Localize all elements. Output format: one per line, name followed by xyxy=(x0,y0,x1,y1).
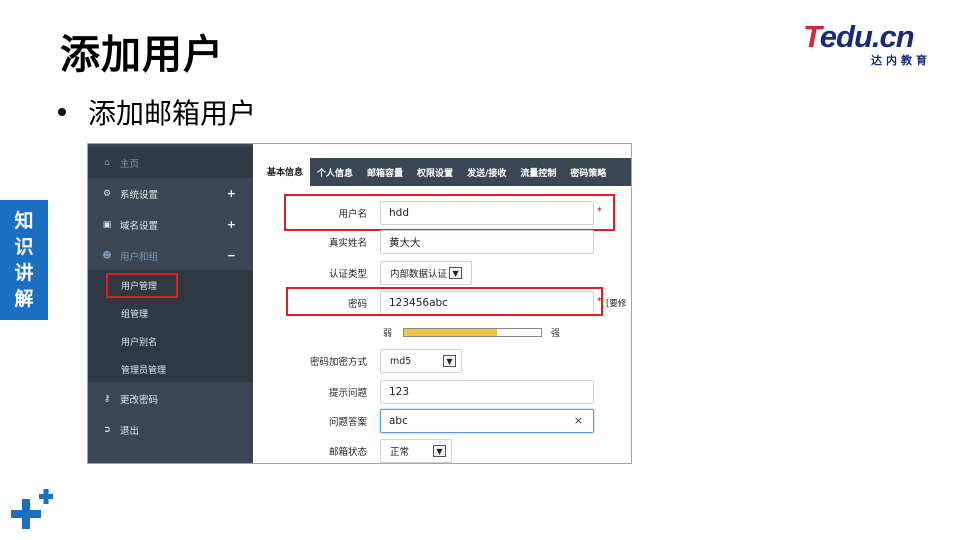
sidebar-subitem-admin-management[interactable]: 管理员管理 xyxy=(108,357,179,381)
logo-t: T xyxy=(803,19,821,54)
form-row-hint-question: 提示问题 123 xyxy=(260,380,631,404)
auth-type-select[interactable]: 内部数据认证 ▼ xyxy=(380,261,472,285)
admin-screenshot: ⌂ 主页 ⚙ 系统设置 + ▣ 域名设置 + ☻ 用户和组 − 用户管理 组管理… xyxy=(87,143,632,464)
tab-personal-info[interactable]: 个人信息 xyxy=(310,158,360,186)
clear-icon[interactable]: × xyxy=(574,414,583,427)
encrypt-label: 密码加密方式 xyxy=(309,357,367,368)
hint-question-label: 提示问题 xyxy=(328,388,367,399)
auth-type-label: 认证类型 xyxy=(328,269,367,280)
expand-icon[interactable]: + xyxy=(227,187,236,200)
password-note: [要修 xyxy=(606,299,627,309)
tab-bar: 基本信息 个人信息 邮箱容量 权限设置 发送/接收 流量控制 密码策略 xyxy=(260,156,631,186)
tab-permissions[interactable]: 权限设置 xyxy=(410,158,460,186)
sidebar-item-label: 更改密码 xyxy=(120,394,159,406)
sidebar-subitem-group-management[interactable]: 组管理 xyxy=(108,301,161,325)
tab-basic-info[interactable]: 基本信息 xyxy=(260,156,311,186)
highlight-box xyxy=(284,194,615,231)
bullet-item: 添加邮箱用户 xyxy=(58,92,256,132)
mail-status-label: 邮箱状态 xyxy=(328,447,367,458)
key-icon: ⚷ xyxy=(103,393,111,404)
admin-sidebar: ⌂ 主页 ⚙ 系统设置 + ▣ 域名设置 + ☻ 用户和组 − 用户管理 组管理… xyxy=(88,144,253,463)
knowledge-tab: 知 识 讲 解 xyxy=(0,200,48,320)
side-tab-char: 讲 xyxy=(14,262,34,284)
encrypt-value: md5 xyxy=(390,355,412,367)
side-tab-char: 知 xyxy=(14,210,34,232)
tab-mailbox-capacity[interactable]: 邮箱容量 xyxy=(360,158,410,186)
form-area: 基本信息 个人信息 邮箱容量 权限设置 发送/接收 流量控制 密码策略 用户名 … xyxy=(260,144,631,463)
hint-answer-field[interactable]: abc × xyxy=(380,409,594,433)
encrypt-select[interactable]: md5 ▼ xyxy=(380,349,462,373)
side-tab-char: 识 xyxy=(14,236,34,258)
mail-status-value: 正常 xyxy=(390,447,410,458)
sidebar-item-logout[interactable]: ➲ 退出 xyxy=(88,414,253,445)
collapse-icon[interactable]: − xyxy=(227,249,236,262)
logo-subtitle: 达内教育 xyxy=(871,54,931,67)
realname-label: 真实姓名 xyxy=(328,238,367,249)
form-row-realname: 真实姓名 黄大大 xyxy=(260,230,631,254)
bullet-text: 添加邮箱用户 xyxy=(88,97,257,130)
mail-status-select[interactable]: 正常 ▼ xyxy=(380,439,452,463)
sidebar-subitem-user-alias[interactable]: 用户别名 xyxy=(108,329,170,353)
tab-send-receive[interactable]: 发送/接收 xyxy=(460,158,513,186)
monitor-icon: ▣ xyxy=(102,219,112,230)
slide-title: 添加用户 xyxy=(60,32,224,78)
sidebar-item-system-settings[interactable]: ⚙ 系统设置 + xyxy=(88,178,253,209)
hint-answer-label: 问题答案 xyxy=(328,417,367,428)
users-icon: ☻ xyxy=(102,250,112,261)
sidebar-item-home[interactable]: ⌂ 主页 xyxy=(88,147,253,178)
logout-icon: ➲ xyxy=(103,424,111,435)
expand-icon[interactable]: + xyxy=(227,218,236,231)
form-row-encrypt: 密码加密方式 md5 ▼ xyxy=(260,349,631,373)
highlight-box xyxy=(286,287,603,316)
password-strength: 弱 强 xyxy=(260,325,631,339)
sidebar-item-label: 系统设置 xyxy=(120,189,159,201)
form-row-mail-status: 邮箱状态 正常 ▼ xyxy=(260,439,631,463)
gears-icon: ⚙ xyxy=(102,188,112,199)
auth-type-value: 内部数据认证 xyxy=(390,269,448,280)
sidebar-item-label: 域名设置 xyxy=(120,220,159,232)
chevron-down-icon: ▼ xyxy=(443,355,456,367)
home-icon: ⌂ xyxy=(104,157,110,168)
form-row-hint-answer: 问题答案 abc × xyxy=(260,409,631,433)
sidebar-item-label: 用户和组 xyxy=(120,251,159,263)
sidebar-item-users-groups[interactable]: ☻ 用户和组 − xyxy=(88,240,253,271)
bullet-dot xyxy=(58,108,66,116)
tab-password-policy[interactable]: 密码策略 xyxy=(563,158,613,186)
sidebar-item-domain-settings[interactable]: ▣ 域名设置 + xyxy=(88,209,253,240)
sidebar-item-label: 主页 xyxy=(120,158,140,170)
realname-field[interactable]: 黄大大 xyxy=(380,230,594,254)
strength-weak-label: 弱 xyxy=(383,329,393,339)
side-tab-char: 解 xyxy=(14,288,34,310)
chevron-down-icon: ▼ xyxy=(449,267,463,279)
highlight-box xyxy=(106,273,178,298)
strength-fill xyxy=(404,329,498,336)
tab-traffic-control[interactable]: 流量控制 xyxy=(513,158,563,186)
chevron-down-icon: ▼ xyxy=(433,445,446,457)
hint-question-field[interactable]: 123 xyxy=(380,380,594,404)
sidebar-item-change-password[interactable]: ⚷ 更改密码 xyxy=(88,383,253,414)
hint-answer-value: abc xyxy=(389,415,408,427)
strength-bar xyxy=(403,328,542,337)
strength-strong-label: 强 xyxy=(551,329,561,339)
sidebar-item-label: 退出 xyxy=(120,425,140,437)
form-row-auth-type: 认证类型 内部数据认证 ▼ xyxy=(260,261,631,285)
plus-logo-icon xyxy=(11,489,53,529)
logo-main-text: edu.cn xyxy=(819,19,915,54)
tedu-logo: Tedu.cn 达内教育 xyxy=(803,20,935,68)
